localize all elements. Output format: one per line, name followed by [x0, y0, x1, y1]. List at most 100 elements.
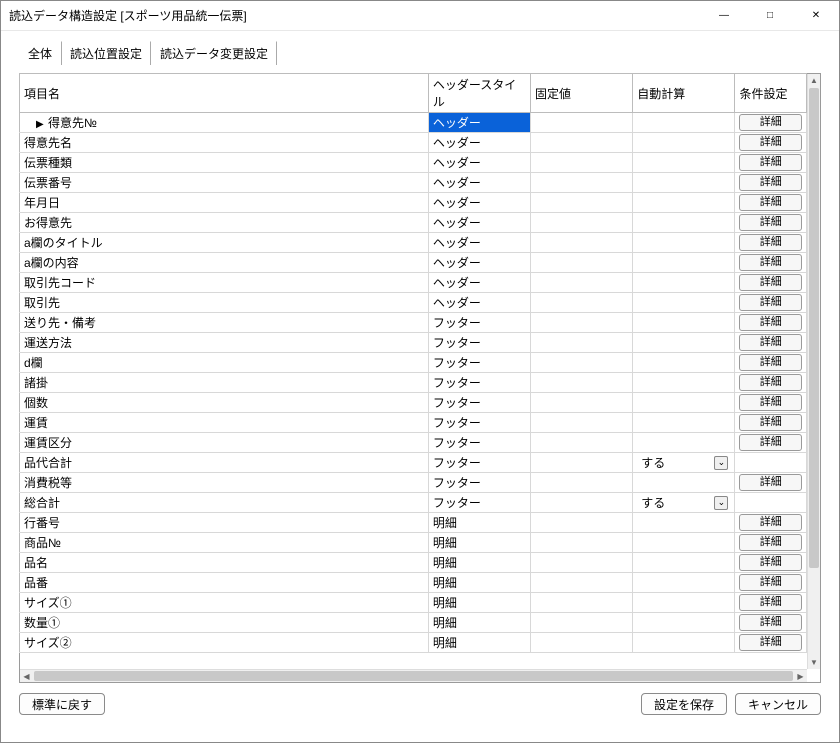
- condition-cell[interactable]: 詳細: [735, 413, 807, 433]
- detail-button[interactable]: 詳細: [739, 154, 802, 171]
- table-row[interactable]: 数量①明細詳細: [20, 613, 807, 633]
- auto-calc-cell[interactable]: [633, 593, 735, 613]
- col-header-auto[interactable]: 自動計算: [633, 74, 735, 113]
- header-style-cell[interactable]: ヘッダー: [428, 273, 530, 293]
- item-name-cell[interactable]: 総合計: [20, 493, 429, 513]
- table-row[interactable]: 消費税等フッター詳細: [20, 473, 807, 493]
- vertical-scrollbar[interactable]: ▲ ▼: [807, 74, 820, 669]
- table-row[interactable]: 品番明細詳細: [20, 573, 807, 593]
- condition-cell[interactable]: 詳細: [735, 553, 807, 573]
- auto-calc-cell[interactable]: [633, 393, 735, 413]
- item-name-cell[interactable]: 得意先名: [20, 133, 429, 153]
- fixed-value-cell[interactable]: [531, 493, 633, 513]
- tab-data-change-settings[interactable]: 読込データ変更設定: [151, 41, 277, 65]
- fixed-value-cell[interactable]: [531, 433, 633, 453]
- auto-calc-cell[interactable]: [633, 293, 735, 313]
- maximize-button[interactable]: □: [747, 1, 793, 31]
- fixed-value-cell[interactable]: [531, 473, 633, 493]
- condition-cell[interactable]: 詳細: [735, 233, 807, 253]
- chevron-down-icon[interactable]: ⌄: [714, 496, 728, 510]
- header-style-cell[interactable]: ヘッダー: [428, 193, 530, 213]
- fixed-value-cell[interactable]: [531, 613, 633, 633]
- close-button[interactable]: ✕: [793, 1, 839, 31]
- auto-calc-cell[interactable]: [633, 473, 735, 493]
- item-name-cell[interactable]: お得意先: [20, 213, 429, 233]
- table-row[interactable]: サイズ①明細詳細: [20, 593, 807, 613]
- table-row[interactable]: サイズ②明細 詳細: [20, 633, 807, 653]
- table-row[interactable]: 取引先コードヘッダー詳細: [20, 273, 807, 293]
- item-name-cell[interactable]: サイズ②: [20, 633, 429, 653]
- condition-cell[interactable]: 詳細: [735, 193, 807, 213]
- detail-button[interactable]: 詳細: [739, 594, 802, 611]
- item-name-cell[interactable]: 諸掛: [20, 373, 429, 393]
- detail-button[interactable]: 詳細: [739, 194, 802, 211]
- header-style-cell[interactable]: 明細: [428, 553, 530, 573]
- detail-button[interactable]: 詳細: [739, 294, 802, 311]
- header-style-cell[interactable]: フッター: [428, 413, 530, 433]
- fixed-value-cell[interactable]: [531, 193, 633, 213]
- fixed-value-cell[interactable]: [531, 153, 633, 173]
- item-name-cell[interactable]: d欄: [20, 353, 429, 373]
- header-style-cell[interactable]: ヘッダー: [428, 113, 530, 133]
- detail-button[interactable]: 詳細: [739, 314, 802, 331]
- table-row[interactable]: 個数フッター詳細: [20, 393, 807, 413]
- condition-cell[interactable]: 詳細: [735, 153, 807, 173]
- item-name-cell[interactable]: サイズ①: [20, 593, 429, 613]
- header-style-cell[interactable]: フッター: [428, 433, 530, 453]
- table-row[interactable]: 運送方法フッター 詳細: [20, 333, 807, 353]
- header-style-cell[interactable]: フッター: [428, 373, 530, 393]
- condition-cell[interactable]: 詳細: [735, 273, 807, 293]
- detail-button[interactable]: 詳細: [739, 614, 802, 631]
- fixed-value-cell[interactable]: [531, 553, 633, 573]
- fixed-value-cell[interactable]: [531, 113, 633, 133]
- detail-button[interactable]: 詳細: [739, 114, 802, 131]
- detail-button[interactable]: 詳細: [739, 434, 802, 451]
- item-name-cell[interactable]: 運送方法: [20, 333, 429, 353]
- auto-calc-cell[interactable]: [633, 613, 735, 633]
- auto-calc-cell[interactable]: [633, 373, 735, 393]
- fixed-value-cell[interactable]: [531, 253, 633, 273]
- auto-calc-cell[interactable]: [633, 233, 735, 253]
- auto-calc-cell[interactable]: [633, 413, 735, 433]
- header-style-cell[interactable]: ヘッダー: [428, 293, 530, 313]
- condition-cell[interactable]: 詳細: [735, 173, 807, 193]
- item-name-cell[interactable]: ▶得意先№: [20, 113, 429, 133]
- item-name-cell[interactable]: 消費税等: [20, 473, 429, 493]
- condition-cell[interactable]: 詳細: [735, 533, 807, 553]
- col-header-style[interactable]: ヘッダースタイル: [428, 74, 530, 113]
- fixed-value-cell[interactable]: [531, 333, 633, 353]
- fixed-value-cell[interactable]: [531, 133, 633, 153]
- auto-calc-cell[interactable]: [633, 153, 735, 173]
- condition-cell[interactable]: 詳細: [735, 293, 807, 313]
- table-row[interactable]: a欄の内容ヘッダー詳細: [20, 253, 807, 273]
- fixed-value-cell[interactable]: [531, 453, 633, 473]
- detail-button[interactable]: 詳細: [739, 174, 802, 191]
- detail-button[interactable]: 詳細: [739, 394, 802, 411]
- header-style-cell[interactable]: フッター: [428, 333, 530, 353]
- header-style-cell[interactable]: フッター: [428, 393, 530, 413]
- item-name-cell[interactable]: 送り先・備考: [20, 313, 429, 333]
- header-style-cell[interactable]: 明細: [428, 633, 530, 653]
- auto-calc-cell[interactable]: [633, 253, 735, 273]
- condition-cell[interactable]: 詳細: [735, 373, 807, 393]
- item-name-cell[interactable]: 取引先: [20, 293, 429, 313]
- auto-calc-cell[interactable]: [633, 333, 735, 353]
- table-row[interactable]: 送り先・備考フッター詳細: [20, 313, 807, 333]
- detail-button[interactable]: 詳細: [739, 354, 802, 371]
- fixed-value-cell[interactable]: [531, 573, 633, 593]
- condition-cell[interactable]: 詳細: [735, 633, 807, 653]
- auto-calc-cell[interactable]: [633, 313, 735, 333]
- header-style-cell[interactable]: ヘッダー: [428, 153, 530, 173]
- scroll-right-icon[interactable]: ▶: [794, 670, 807, 682]
- detail-button[interactable]: 詳細: [739, 254, 802, 271]
- auto-calc-cell[interactable]: [633, 133, 735, 153]
- condition-cell[interactable]: 詳細: [735, 333, 807, 353]
- table-row[interactable]: お得意先ヘッダー詳細: [20, 213, 807, 233]
- fixed-value-cell[interactable]: [531, 633, 633, 653]
- item-name-cell[interactable]: 伝票番号: [20, 173, 429, 193]
- header-style-cell[interactable]: ヘッダー: [428, 233, 530, 253]
- header-style-cell[interactable]: 明細: [428, 513, 530, 533]
- table-row[interactable]: d欄フッター詳細: [20, 353, 807, 373]
- col-header-item[interactable]: 項目名: [20, 74, 429, 113]
- detail-button[interactable]: 詳細: [739, 634, 802, 651]
